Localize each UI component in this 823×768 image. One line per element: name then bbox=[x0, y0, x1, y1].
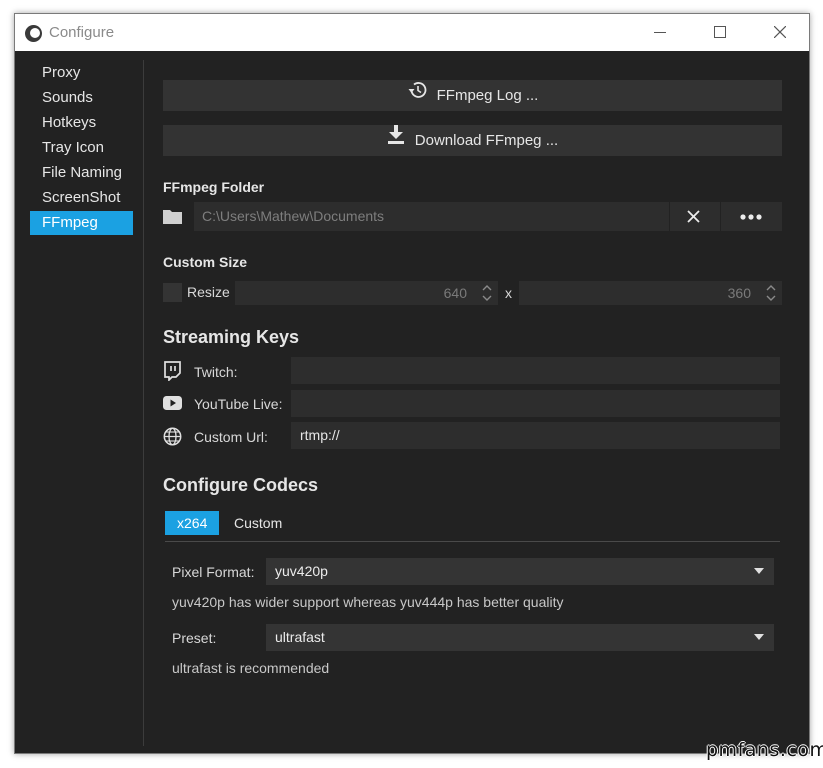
download-ffmpeg-label: Download FFmpeg ... bbox=[414, 132, 559, 149]
sidebar-divider bbox=[143, 60, 144, 746]
ffmpeg-folder-path-field[interactable]: C:\Users\Mathew\Documents bbox=[194, 202, 669, 231]
pixel-format-hint: yuv420p has wider support whereas yuv444… bbox=[172, 594, 564, 610]
twitch-label: Twitch: bbox=[194, 364, 238, 380]
pixel-format-label: Pixel Format: bbox=[172, 564, 255, 580]
configure-window: Configure Proxy Sounds Hotkeys Tray Icon… bbox=[14, 13, 810, 754]
preset-hint: ultrafast is recommended bbox=[172, 660, 330, 676]
tab-divider bbox=[165, 541, 780, 542]
ffmpeg-log-button[interactable]: FFmpeg Log ... bbox=[163, 80, 782, 111]
twitch-icon bbox=[163, 361, 182, 386]
youtube-key-field[interactable] bbox=[291, 390, 780, 417]
width-value: 640 bbox=[443, 285, 467, 301]
browse-folder-button[interactable] bbox=[721, 202, 782, 231]
width-input[interactable]: 640 bbox=[235, 281, 498, 305]
download-icon bbox=[387, 124, 405, 155]
close-window-button[interactable] bbox=[750, 14, 810, 51]
pixel-format-select[interactable]: yuv420p bbox=[266, 558, 774, 585]
download-ffmpeg-button[interactable]: Download FFmpeg ... bbox=[163, 125, 782, 156]
close-icon bbox=[687, 210, 700, 223]
folder-icon bbox=[163, 208, 182, 229]
preset-value: ultrafast bbox=[275, 629, 325, 645]
sidebar-item-screenshot[interactable]: ScreenShot bbox=[30, 186, 133, 210]
sidebar-item-sounds[interactable]: Sounds bbox=[30, 86, 133, 110]
tab-x264[interactable]: x264 bbox=[165, 511, 220, 535]
maximize-button[interactable] bbox=[690, 14, 750, 51]
custom-url-label: Custom Url: bbox=[194, 429, 268, 445]
sidebar-item-hotkeys[interactable]: Hotkeys bbox=[30, 111, 133, 135]
minimize-icon bbox=[654, 32, 666, 33]
watermark-text: pmfans.com bbox=[706, 739, 823, 761]
width-spinner-icon[interactable] bbox=[482, 284, 492, 302]
title-bar: Configure bbox=[15, 14, 809, 51]
sidebar-item-proxy[interactable]: Proxy bbox=[30, 61, 133, 85]
youtube-icon bbox=[163, 396, 182, 415]
tab-custom[interactable]: Custom bbox=[234, 511, 282, 535]
height-spinner-icon[interactable] bbox=[766, 284, 776, 302]
configure-codecs-heading: Configure Codecs bbox=[163, 475, 319, 495]
clear-folder-button[interactable] bbox=[670, 202, 720, 231]
maximize-icon bbox=[714, 26, 726, 38]
resize-label: Resize bbox=[187, 284, 230, 300]
custom-size-label: Custom Size bbox=[163, 254, 248, 270]
resize-checkbox[interactable] bbox=[163, 283, 182, 302]
youtube-label: YouTube Live: bbox=[194, 396, 283, 412]
close-icon bbox=[774, 26, 786, 38]
sidebar-item-tray-icon[interactable]: Tray Icon bbox=[30, 136, 133, 160]
ffmpeg-folder-label: FFmpeg Folder bbox=[163, 179, 265, 195]
more-icon bbox=[740, 214, 762, 220]
twitch-key-field[interactable] bbox=[291, 357, 780, 384]
preset-select[interactable]: ultrafast bbox=[266, 624, 774, 651]
height-value: 360 bbox=[727, 285, 751, 301]
minimize-button[interactable] bbox=[630, 14, 690, 51]
chevron-down-icon bbox=[754, 568, 764, 574]
streaming-keys-heading: Streaming Keys bbox=[163, 327, 300, 347]
globe-icon bbox=[163, 427, 182, 451]
chevron-down-icon bbox=[754, 634, 764, 640]
pixel-format-value: yuv420p bbox=[275, 563, 328, 579]
sidebar-item-file-naming[interactable]: File Naming bbox=[30, 161, 133, 185]
ffmpeg-log-label: FFmpeg Log ... bbox=[436, 87, 539, 104]
preset-label: Preset: bbox=[172, 630, 217, 646]
app-icon bbox=[25, 25, 42, 42]
custom-url-field[interactable]: rtmp:// bbox=[291, 422, 780, 449]
window-title: Configure bbox=[49, 24, 115, 41]
history-icon bbox=[407, 79, 427, 110]
sidebar-item-ffmpeg[interactable]: FFmpeg bbox=[30, 211, 133, 235]
height-input[interactable]: 360 bbox=[519, 281, 782, 305]
size-separator: x bbox=[505, 285, 512, 301]
settings-sidebar: Proxy Sounds Hotkeys Tray Icon File Nami… bbox=[15, 51, 143, 753]
